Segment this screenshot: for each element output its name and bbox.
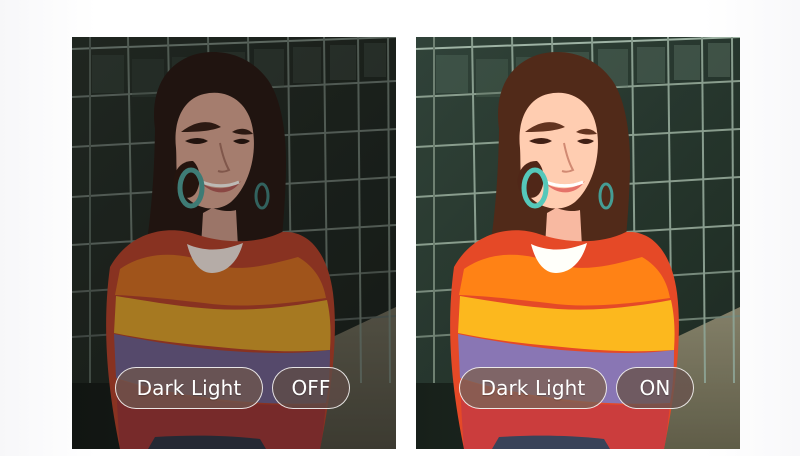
comparison-stage: Dark Light OFF Dark Light ON	[0, 0, 800, 456]
dark-light-mode-label: Dark Light	[459, 367, 607, 409]
dark-light-mode-label: Dark Light	[115, 367, 263, 409]
dark-light-off-badge: OFF	[272, 367, 350, 409]
comparison-panel-off: Dark Light OFF	[72, 37, 396, 449]
comparison-panel-on: Dark Light ON	[416, 37, 740, 449]
dark-light-on-badge: ON	[616, 367, 694, 409]
